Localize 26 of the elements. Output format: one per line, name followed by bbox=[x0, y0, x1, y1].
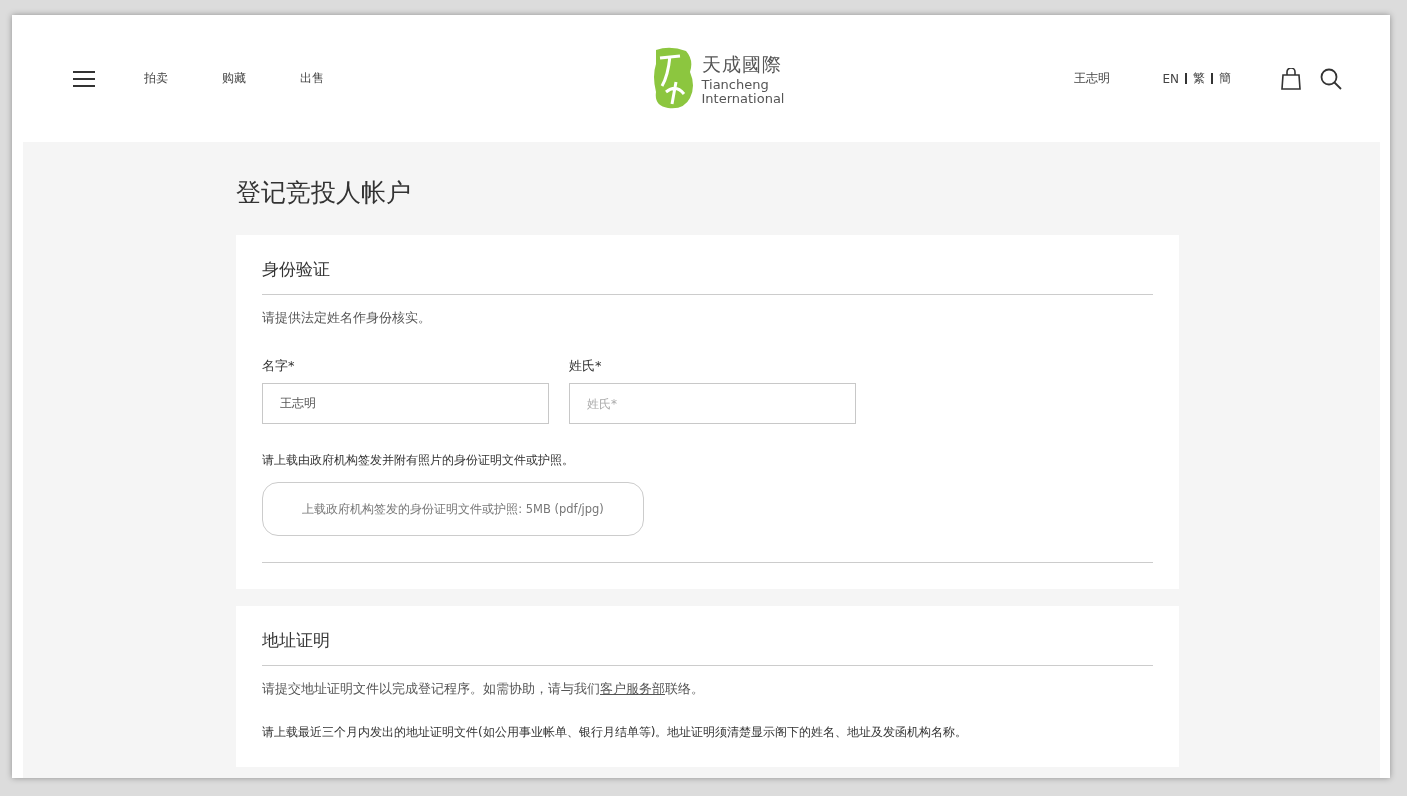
menu-icon[interactable] bbox=[72, 69, 96, 88]
language-link[interactable]: 簡 bbox=[1219, 70, 1231, 87]
user-name-link[interactable]: 王志明 bbox=[1074, 70, 1111, 87]
language-link[interactable]: EN bbox=[1162, 71, 1179, 86]
intro-text: 请提供法定姓名作身份核实。 bbox=[262, 309, 432, 327]
logo-chinese-text: 天成國際 bbox=[701, 51, 783, 77]
field-label: 姓氏* bbox=[569, 357, 603, 375]
search-icon[interactable] bbox=[1320, 67, 1342, 90]
page-title: 登记竞投人帐户 bbox=[236, 177, 412, 209]
upload-note: 请上载最近三个月内发出的地址证明文件(如公用事业帐单、银行月结单等)。地址证明须清楚显示阁下的姓名、地址及发函机构名称。 bbox=[262, 724, 969, 741]
logo-english-text: Tiancheng bbox=[701, 77, 769, 92]
upload-note: 请上载由政府机构签发并附有照片的身份证明文件或护照。 bbox=[262, 452, 575, 469]
logo-english-text: International bbox=[701, 91, 785, 106]
customer-service-link[interactable]: 客户服务部 bbox=[600, 681, 665, 696]
language-link[interactable]: 繁 bbox=[1193, 70, 1205, 87]
nav-link[interactable]: 购藏 bbox=[222, 70, 246, 87]
upload-button[interactable]: 上载政府机构签发的身份证明文件或护照: 5MB (pdf/jpg) bbox=[262, 482, 644, 536]
input-field[interactable]: 王志明 bbox=[262, 383, 549, 424]
shopping-bag-icon[interactable] bbox=[1281, 67, 1301, 90]
intro-text: 请提交地址证明文件以完成登记程序。如需协助，请与我们客户服务部联络。 bbox=[262, 680, 705, 698]
field-label: 名字* bbox=[262, 357, 296, 375]
section-title: 身份验证 bbox=[262, 258, 1153, 295]
nav-link[interactable]: 出售 bbox=[300, 70, 324, 87]
nav-link[interactable]: 拍卖 bbox=[144, 70, 168, 87]
section-title: 地址证明 bbox=[262, 629, 1153, 666]
input-field[interactable]: 姓氏* bbox=[569, 383, 856, 424]
